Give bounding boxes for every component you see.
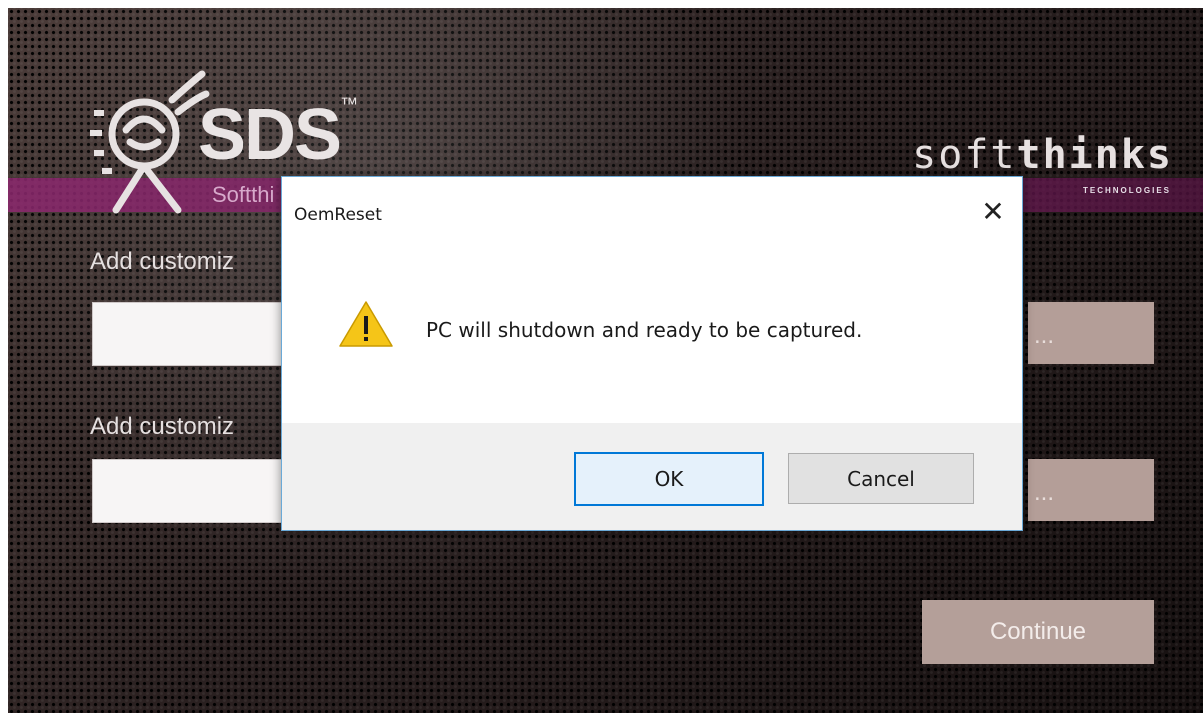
continue-button[interactable]: Continue xyxy=(922,600,1154,664)
customization-label-2: Add customiz xyxy=(90,413,235,440)
banner-subtitle: Softthi xyxy=(212,182,275,207)
dialog-title: OemReset xyxy=(294,205,382,225)
brand-bold-text: thinks xyxy=(1016,132,1173,178)
ok-button[interactable]: OK xyxy=(574,452,764,506)
brand-plain-text: soft xyxy=(912,132,1017,178)
sds-text: SDS xyxy=(198,95,342,175)
browse-label-1: ... xyxy=(1034,322,1055,349)
sds-logo-icon xyxy=(90,70,210,214)
customization-label-1: Add customiz xyxy=(90,248,235,275)
dialog-message: PC will shutdown and ready to be capture… xyxy=(426,318,863,342)
browse-label-2: ... xyxy=(1034,479,1055,506)
close-icon[interactable]: ✕ xyxy=(978,197,1008,227)
brand-technologies: TECHNOLOGIES xyxy=(1082,186,1171,195)
cancel-button[interactable]: Cancel xyxy=(788,453,974,504)
oemreset-dialog: OemReset ✕ PC will shutdown and ready to… xyxy=(281,176,1023,531)
browse-button-1[interactable]: ... xyxy=(1028,302,1154,364)
trademark-symbol: ™ xyxy=(340,94,358,114)
warning-icon xyxy=(339,301,393,347)
browse-button-2[interactable]: ... xyxy=(1028,459,1154,521)
sds-logo-text: SDS™ xyxy=(198,94,358,176)
softthinks-brand: softthinks xyxy=(912,132,1173,178)
